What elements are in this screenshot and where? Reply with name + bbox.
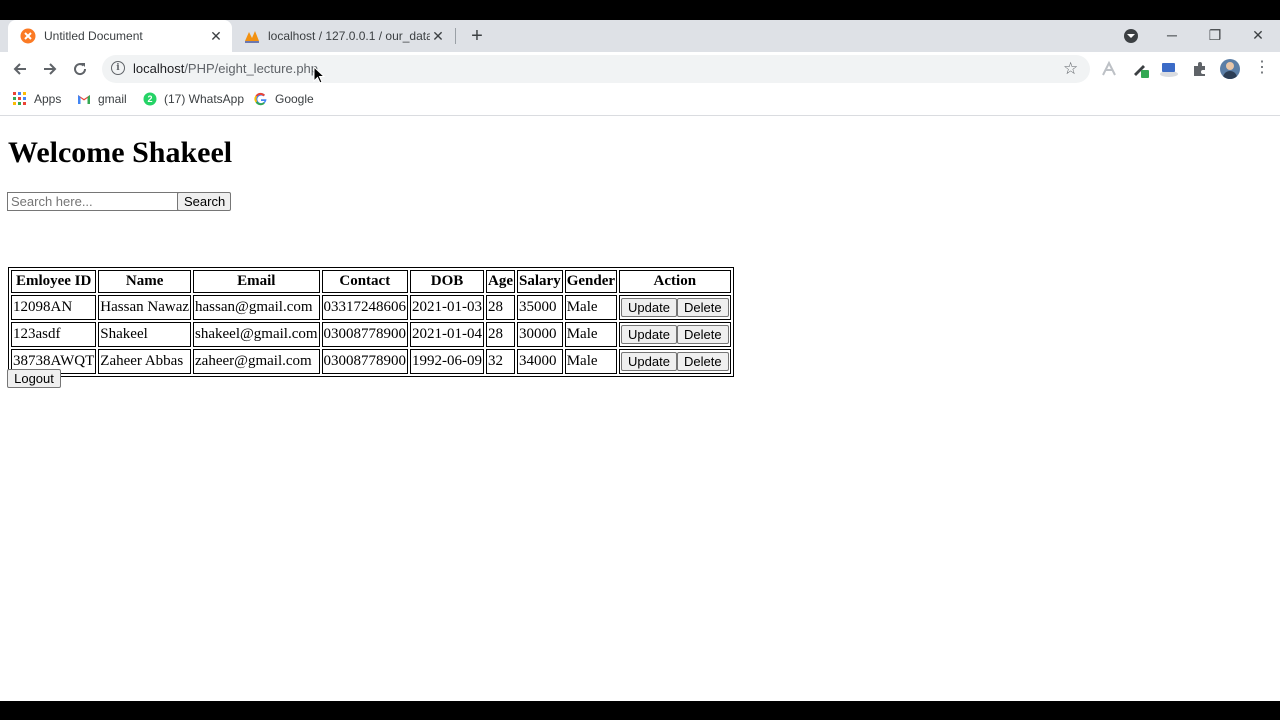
- cell-name: Hassan Nawaz: [98, 295, 192, 320]
- cell-dob: 2021-01-03: [410, 295, 485, 320]
- tab-title: localhost / 127.0.0.1 / our_databa: [268, 29, 430, 43]
- cell-age: 28: [486, 322, 516, 347]
- tab-untitled-document[interactable]: Untitled Document ✕: [8, 20, 232, 52]
- table-header-row: Emloyee ID Name Email Contact DOB Age Sa…: [11, 270, 731, 293]
- page-content: Welcome Shakeel Search Emloyee ID Name E…: [0, 116, 1280, 701]
- close-window-button[interactable]: ✕: [1238, 22, 1278, 48]
- cell-gender: Male: [564, 295, 618, 320]
- new-tab-button[interactable]: +: [466, 25, 488, 47]
- column-header: Emloyee ID: [11, 270, 97, 293]
- column-header: Age: [486, 270, 516, 293]
- xampp-icon: [20, 28, 36, 44]
- cell-age: 32: [486, 349, 516, 374]
- cell-action: Update Delete: [619, 322, 731, 347]
- cell-employee-id: 12098AN: [11, 295, 97, 320]
- phpmyadmin-icon: [244, 28, 260, 44]
- cell-name: Shakeel: [98, 322, 192, 347]
- tab-search-icon[interactable]: [1124, 29, 1138, 43]
- column-header: Contact: [321, 270, 409, 293]
- cell-age: 28: [486, 295, 516, 320]
- close-tab-icon[interactable]: ✕: [208, 28, 224, 44]
- bookmark-label: gmail: [98, 92, 127, 106]
- cell-email: zaheer@gmail.com: [193, 349, 320, 374]
- cell-dob: 2021-01-04: [410, 322, 485, 347]
- cell-salary: 30000: [517, 322, 563, 347]
- column-header: Gender: [564, 270, 618, 293]
- extensions-puzzle-icon[interactable]: [1191, 60, 1209, 78]
- whatsapp-badge: 2: [147, 94, 153, 104]
- table-row: 12098AN Hassan Nawaz hassan@gmail.com 03…: [11, 295, 731, 320]
- cell-contact: 03008778900: [321, 349, 409, 374]
- bookmark-label: (17) WhatsApp: [164, 92, 245, 106]
- cell-contact: 03317248606: [321, 295, 409, 320]
- bookmark-whatsapp[interactable]: 2 (17) WhatsApp: [143, 91, 244, 107]
- cell-name: Zaheer Abbas: [98, 349, 192, 374]
- cell-gender: Male: [564, 322, 618, 347]
- column-header: Email: [193, 270, 320, 293]
- restore-button[interactable]: ❐: [1195, 22, 1235, 48]
- cell-salary: 35000: [517, 295, 563, 320]
- tab-separator: [455, 28, 456, 44]
- extension-pen-icon[interactable]: [1131, 60, 1149, 78]
- cell-contact: 03008778900: [321, 322, 409, 347]
- bookmark-gmail[interactable]: gmail: [77, 91, 127, 107]
- apps-grid-icon: [13, 92, 27, 106]
- site-info-icon[interactable]: i: [111, 61, 125, 75]
- extension-a-icon[interactable]: [1100, 60, 1118, 78]
- browser-menu-icon[interactable]: ⋮: [1254, 58, 1270, 78]
- cell-action: Update Delete: [619, 349, 731, 374]
- cell-email: hassan@gmail.com: [193, 295, 320, 320]
- bookmark-apps[interactable]: Apps: [13, 91, 61, 107]
- url-path: /PHP/eight_lecture.php: [184, 61, 319, 76]
- back-arrow-icon[interactable]: [7, 56, 33, 82]
- search-input[interactable]: [7, 192, 179, 211]
- reload-icon[interactable]: [67, 56, 93, 82]
- close-tab-icon[interactable]: ✕: [430, 28, 446, 44]
- tab-phpmyadmin[interactable]: localhost / 127.0.0.1 / our_databa ✕: [236, 20, 454, 52]
- update-button[interactable]: Update: [621, 352, 677, 372]
- tab-title: Untitled Document: [44, 29, 143, 43]
- url-text[interactable]: localhost/PHP/eight_lecture.php: [133, 60, 318, 78]
- logout-button[interactable]: Logout: [7, 369, 61, 388]
- delete-button[interactable]: Delete: [676, 298, 729, 318]
- table-row: 123asdf Shakeel shakeel@gmail.com 030087…: [11, 322, 731, 347]
- whatsapp-icon: 2: [143, 92, 157, 106]
- search-button[interactable]: Search: [177, 192, 231, 211]
- extension-screen-icon[interactable]: [1159, 60, 1178, 78]
- bookmark-google[interactable]: Google: [254, 91, 314, 107]
- profile-avatar[interactable]: [1220, 59, 1240, 79]
- update-button[interactable]: Update: [621, 325, 677, 345]
- cell-salary: 34000: [517, 349, 563, 374]
- column-header: DOB: [410, 270, 485, 293]
- bookmark-star-icon[interactable]: ☆: [1063, 59, 1078, 79]
- table-row: 38738AWQT Zaheer Abbas zaheer@gmail.com …: [11, 349, 731, 374]
- url-host: localhost: [133, 61, 185, 76]
- cell-dob: 1992-06-09: [410, 349, 485, 374]
- column-header: Action: [619, 270, 731, 293]
- gmail-icon: [77, 92, 91, 106]
- screen-bottom-border: [0, 701, 1280, 720]
- screen-top-border: [0, 0, 1280, 20]
- cell-email: shakeel@gmail.com: [193, 322, 320, 347]
- cell-action: Update Delete: [619, 295, 731, 320]
- delete-button[interactable]: Delete: [676, 352, 729, 372]
- google-icon: [254, 92, 268, 106]
- column-header: Salary: [517, 270, 563, 293]
- employee-table: Emloyee ID Name Email Contact DOB Age Sa…: [8, 267, 734, 377]
- delete-button[interactable]: Delete: [676, 325, 729, 345]
- forward-arrow-icon[interactable]: [37, 56, 63, 82]
- minimize-button[interactable]: ─: [1152, 22, 1192, 48]
- column-header: Name: [98, 270, 192, 293]
- bookmark-label: Apps: [34, 92, 62, 106]
- cell-employee-id: 123asdf: [11, 322, 97, 347]
- update-button[interactable]: Update: [621, 298, 677, 318]
- cell-gender: Male: [564, 349, 618, 374]
- bookmark-label: Google: [275, 92, 314, 106]
- page-title: Welcome Shakeel: [8, 136, 233, 169]
